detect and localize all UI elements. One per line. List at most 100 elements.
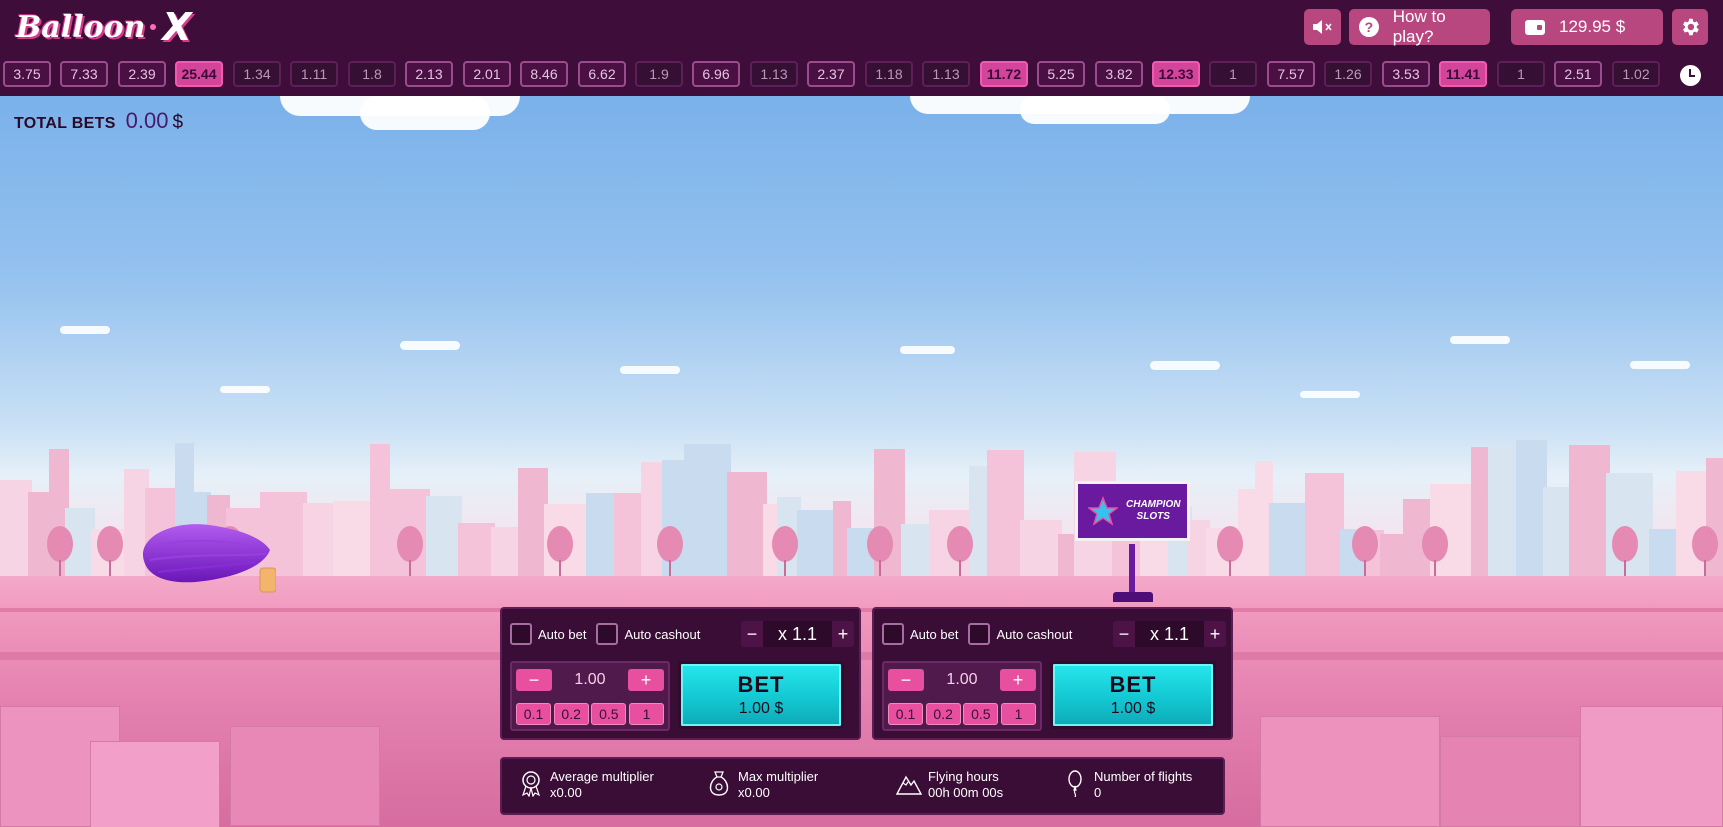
tree: [770, 526, 800, 576]
question-icon: ?: [1359, 17, 1379, 37]
bet-options-row: Auto bet Auto cashout − x 1.1 +: [510, 621, 854, 647]
amount-decrease-button[interactable]: −: [888, 669, 924, 691]
history-chip[interactable]: 6.96: [692, 61, 740, 87]
bet-amount-stepper: − 1.00 +: [888, 668, 1036, 692]
settings-button[interactable]: [1672, 9, 1708, 45]
history-chip[interactable]: 12.33: [1152, 61, 1200, 87]
auto-bet-checkbox[interactable]: [882, 623, 904, 645]
bet-button[interactable]: BET 1.00 $: [678, 661, 844, 729]
history-chip[interactable]: 11.41: [1439, 61, 1487, 87]
cloud: [900, 346, 955, 354]
quick-amount-button[interactable]: 1: [628, 703, 664, 725]
multiplier-history: 3.75 7.33 2.39 25.44 1.34 1.11 1.8 2.13 2.01 8.46…: [0, 57, 1723, 96]
bet-panel-2: Auto bet Auto cashout − x 1.1 + − 1.00 +…: [872, 607, 1233, 740]
building: [458, 523, 495, 576]
history-chip[interactable]: 3.82: [1095, 61, 1143, 87]
history-chip[interactable]: 3.75: [3, 61, 51, 87]
history-chip[interactable]: 1.02: [1612, 61, 1660, 87]
history-chip[interactable]: 2.01: [463, 61, 511, 87]
quick-amount-button[interactable]: 0.2: [925, 703, 961, 725]
history-chip[interactable]: 1.8: [348, 61, 396, 87]
quick-amount-button[interactable]: 1: [1000, 703, 1036, 725]
quick-amount-button[interactable]: 0.2: [553, 703, 589, 725]
auto-cashout-multiplier: − x 1.1 +: [741, 621, 854, 647]
amount-decrease-button[interactable]: −: [516, 669, 552, 691]
bet-amount-value[interactable]: 1.00: [946, 671, 977, 689]
history-chip[interactable]: 2.13: [405, 61, 453, 87]
multiplier-value[interactable]: x 1.1: [763, 621, 832, 647]
amount-increase-button[interactable]: +: [999, 669, 1036, 691]
balloon-icon: [1068, 770, 1082, 797]
history-chip[interactable]: 1: [1209, 61, 1257, 87]
multiplier-increase-button[interactable]: +: [1204, 623, 1226, 645]
total-bets-value: 0.00: [125, 108, 169, 133]
history-chip[interactable]: 1.13: [750, 61, 798, 87]
number-of-flights-value: 0: [1094, 785, 1102, 800]
history-chip[interactable]: 7.57: [1267, 61, 1315, 87]
bet-amount-value[interactable]: 1.00: [574, 671, 605, 689]
cloud: [220, 386, 270, 393]
history-chip[interactable]: 5.25: [1037, 61, 1085, 87]
multiplier-decrease-button[interactable]: −: [1113, 623, 1135, 645]
total-bets-currency: $: [172, 112, 184, 133]
auto-cashout-checkbox[interactable]: [596, 623, 619, 645]
auto-bet-label: Auto bet: [910, 626, 959, 642]
auto-cashout-checkbox[interactable]: [968, 623, 991, 645]
history-chip[interactable]: 1.13: [922, 61, 970, 87]
quick-amount-button[interactable]: 0.1: [516, 703, 551, 725]
history-chip[interactable]: 2.39: [118, 61, 166, 87]
history-chip[interactable]: 3.53: [1382, 61, 1430, 87]
multiplier-value[interactable]: x 1.1: [1135, 621, 1204, 647]
tree: [45, 526, 75, 576]
amount-increase-button[interactable]: +: [627, 669, 664, 691]
bet-button[interactable]: BET 1.00 $: [1050, 661, 1216, 729]
history-chip[interactable]: 6.62: [578, 61, 626, 87]
billboard-text: CHAMPION SLOTS: [1126, 499, 1180, 523]
bet-amount-box: − 1.00 + 0.1 0.2 0.5 1: [882, 661, 1042, 731]
history-chip[interactable]: 7.33: [60, 61, 108, 87]
history-chip[interactable]: 1.26: [1324, 61, 1372, 87]
bet-button-amount: 1.00 $: [1110, 700, 1156, 717]
building: [1020, 520, 1062, 576]
balance-display[interactable]: 129.95 $: [1511, 9, 1663, 45]
multiplier-increase-button[interactable]: +: [832, 623, 854, 645]
building: [684, 444, 731, 576]
quick-amount-button[interactable]: 0.1: [888, 703, 923, 725]
road-line: [0, 608, 1723, 612]
flying-hours-value: 00h 00m 00s: [928, 785, 1004, 800]
rock: [1440, 736, 1580, 827]
history-chip[interactable]: 2.51: [1554, 61, 1602, 87]
building: [727, 472, 767, 576]
tree: [945, 526, 975, 576]
rock: [230, 726, 380, 826]
history-chip[interactable]: 2.37: [807, 61, 855, 87]
star-icon: [1088, 496, 1118, 526]
history-chip[interactable]: 1.18: [865, 61, 913, 87]
history-chip[interactable]: 1.34: [233, 61, 281, 87]
bet-button-label: BET: [737, 672, 785, 697]
average-multiplier-label: Average multiplier: [550, 769, 654, 784]
tree: [865, 526, 895, 576]
quick-amounts: 0.1 0.2 0.5 1: [888, 703, 1036, 727]
medal-icon: [521, 771, 541, 797]
mute-button[interactable]: [1304, 9, 1341, 45]
billboard-line2: SLOTS: [1136, 511, 1170, 522]
quick-amount-button[interactable]: 0.5: [591, 703, 627, 725]
history-chip[interactable]: 1: [1497, 61, 1545, 87]
history-chip[interactable]: 1.11: [290, 61, 338, 87]
auto-bet-checkbox[interactable]: [510, 623, 532, 645]
bet-options-row: Auto bet Auto cashout − x 1.1 +: [882, 621, 1226, 647]
quick-amounts: 0.1 0.2 0.5 1: [516, 703, 664, 727]
cloud: [1020, 96, 1170, 124]
history-chip[interactable]: 11.72: [980, 61, 1028, 87]
quick-amount-button[interactable]: 0.5: [963, 703, 999, 725]
how-to-play-label: How to play?: [1392, 7, 1446, 46]
history-chip[interactable]: 1.9: [635, 61, 683, 87]
how-to-play-button[interactable]: ? How to play?: [1349, 7, 1490, 46]
total-bets: TOTAL BETS 0.00 $: [14, 108, 183, 134]
clock-icon[interactable]: [1680, 65, 1701, 86]
number-of-flights-label: Number of flights: [1094, 769, 1193, 784]
history-chip[interactable]: 25.44: [175, 61, 223, 87]
history-chip[interactable]: 8.46: [520, 61, 568, 87]
multiplier-decrease-button[interactable]: −: [741, 623, 763, 645]
